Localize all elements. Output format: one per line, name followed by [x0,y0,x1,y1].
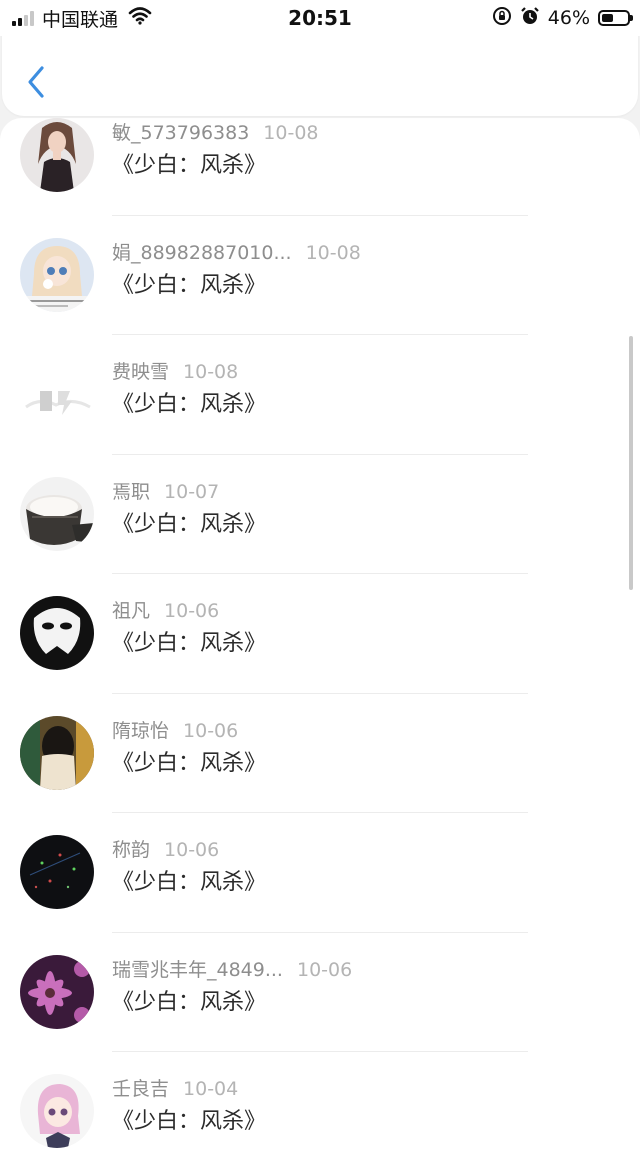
user-name[interactable]: 娟_88982887010... [112,242,292,264]
list-item[interactable]: 祖凡 10-06 《少白：风杀》 [0,574,640,694]
avatar[interactable] [20,357,94,431]
item-date: 10-06 [296,958,353,981]
status-bar: 中国联通 20:51 46% [0,0,640,36]
book-title: 《少白：风杀》 [112,1109,267,1134]
alarm-icon [520,6,540,30]
list-item[interactable]: 娟_88982887010... 10-08 《少白：风杀》 [0,216,640,335]
book-title: 《少白：风杀》 [112,870,267,895]
avatar[interactable] [20,237,94,312]
rotation-lock-icon [492,6,512,30]
list-item[interactable]: 称韵 10-06 《少白：风杀》 [0,813,640,933]
book-title: 《少白：风杀》 [112,631,267,656]
item-date: 10-06 [164,839,220,861]
user-name[interactable]: 称韵 [112,839,150,861]
avatar[interactable] [20,954,94,1029]
list-item[interactable]: 瑞雪兆丰年_4849... 10-06 《少白：风杀》 [0,933,640,1052]
avatar[interactable] [20,835,94,909]
list-item[interactable]: 壬良吉 10-04 《少白：风杀》 [0,1052,640,1158]
user-name[interactable]: 隋琼怡 [112,720,169,742]
avatar[interactable] [20,118,94,192]
book-title: 《少白：风杀》 [112,153,267,178]
wifi-icon [128,7,152,29]
avatar[interactable] [20,596,94,670]
reader-list[interactable]: 敏_573796383 10-08 《少白：风杀》 娟_88982887010... 1… [0,118,640,1158]
back-button[interactable] [20,60,56,104]
user-name[interactable]: 壬良吉 [112,1078,169,1100]
battery-percentage: 46% [547,7,590,29]
user-name[interactable]: 敏_573796383 [112,122,249,144]
list-item[interactable]: 费映雪 10-08 《少白：风杀》 [0,335,640,455]
item-date: 10-07 [164,480,220,503]
book-title: 《少白：风杀》 [112,511,267,537]
list-item[interactable]: 敏_573796383 10-08 《少白：风杀》 [0,118,640,216]
user-name[interactable]: 费映雪 [112,361,169,383]
item-date: 10-04 [183,1078,239,1100]
book-title: 《少白：风杀》 [112,989,267,1015]
user-name[interactable]: 祖凡 [112,600,150,622]
item-date: 10-08 [263,122,319,144]
user-name[interactable]: 瑞雪兆丰年_4849... [112,959,283,981]
list-item[interactable]: 焉职 10-07 《少白：风杀》 [0,455,640,574]
item-date: 10-08 [305,241,361,264]
book-title: 《少白：风杀》 [112,272,267,298]
avatar[interactable] [20,715,94,790]
avatar[interactable] [20,476,94,551]
chevron-left-icon [28,66,44,98]
avatar[interactable] [20,1074,94,1148]
book-title: 《少白：风杀》 [112,392,267,417]
item-date: 10-06 [183,719,239,742]
user-name[interactable]: 焉职 [112,481,150,503]
carrier-name: 中国联通 [42,8,119,31]
cellular-signal-icon [12,10,34,26]
list-item[interactable]: 隋琼怡 10-06 《少白：风杀》 [0,694,640,813]
book-title: 《少白：风杀》 [112,750,267,776]
item-date: 10-06 [164,600,220,622]
battery-icon [598,10,633,26]
item-date: 10-08 [183,361,239,383]
scrollbar[interactable] [629,336,633,590]
